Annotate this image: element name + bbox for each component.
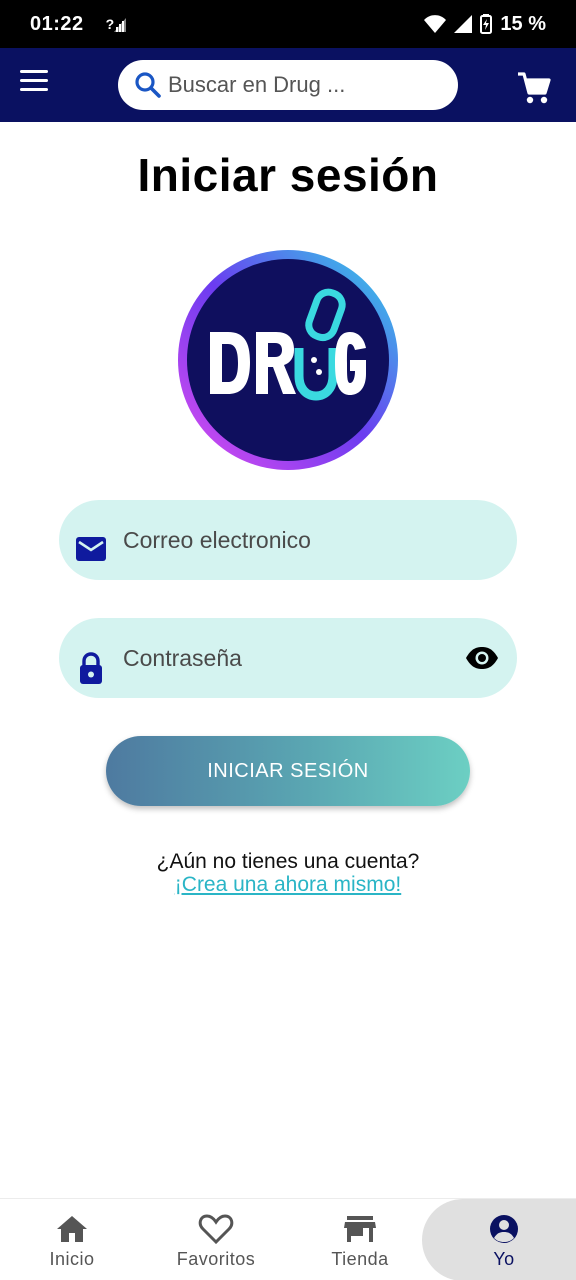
nav-label-tienda: Tienda (331, 1249, 389, 1269)
top-app-bar (0, 48, 576, 122)
status-right: 15 % (424, 13, 546, 36)
home-icon (57, 1216, 87, 1242)
nav-item-inicio[interactable]: Inicio (0, 1199, 144, 1280)
wifi-icon (424, 15, 447, 33)
sim-signal-icon: ? (106, 16, 127, 32)
cell-signal-icon (454, 15, 473, 33)
signup-prompt: ¿Aún no tienes una cuenta? (156, 850, 420, 873)
nav-label-inicio: Inicio (49, 1249, 95, 1269)
status-bar: 01:22 ? 15 % (0, 0, 576, 48)
create-account-link[interactable]: ¡Crea una ahora mismo! (0, 873, 576, 897)
heart-icon (198, 1214, 234, 1245)
mail-icon (76, 537, 106, 561)
login-button[interactable]: INICIAR SESIÓN (106, 736, 470, 806)
search-icon (135, 72, 161, 98)
email-field[interactable] (59, 500, 517, 580)
page-title: Iniciar sesión (137, 149, 439, 201)
drug-logo (178, 250, 398, 470)
cart-icon[interactable] (516, 70, 552, 106)
status-time: 01:22 (30, 12, 84, 35)
battery-percent: 15 % (500, 12, 546, 35)
nav-label-yo: Yo (493, 1249, 515, 1269)
nav-item-yo[interactable]: Yo (422, 1199, 576, 1280)
nav-item-favoritos[interactable]: Favoritos (144, 1199, 288, 1280)
email-input[interactable] (123, 522, 453, 558)
battery-icon (480, 14, 493, 34)
password-field[interactable] (59, 618, 517, 698)
password-input[interactable] (123, 640, 453, 676)
sim-unknown-text: ? (105, 16, 115, 32)
show-password-eye-icon[interactable] (465, 644, 499, 672)
store-icon (344, 1216, 376, 1242)
search-bar[interactable] (118, 60, 458, 110)
menu-icon[interactable] (20, 70, 54, 100)
lock-icon (80, 652, 102, 684)
bottom-navigation: Inicio Favoritos Tienda Yo (0, 1198, 576, 1280)
nav-label-favoritos: Favoritos (176, 1249, 256, 1269)
search-input[interactable] (168, 72, 438, 98)
nav-item-tienda[interactable]: Tienda (288, 1199, 432, 1280)
account-icon (490, 1215, 518, 1243)
